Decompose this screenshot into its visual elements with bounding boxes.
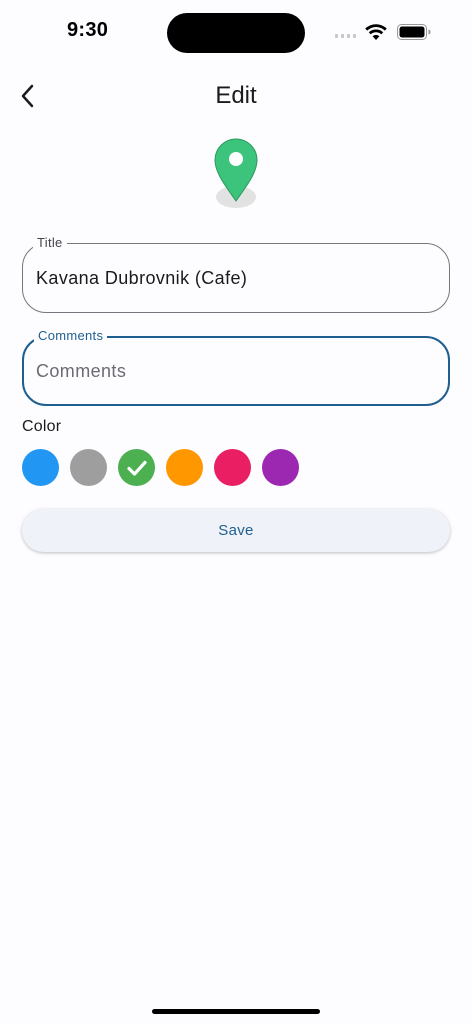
color-swatch-blue[interactable] [22, 449, 59, 486]
color-swatch-green[interactable] [118, 449, 155, 486]
checkmark-icon [126, 460, 147, 476]
color-swatch-orange[interactable] [166, 449, 203, 486]
map-marker-icon [214, 138, 258, 208]
battery-icon [397, 24, 431, 40]
save-button[interactable]: Save [22, 509, 450, 552]
cellular-signal-icon [335, 34, 356, 38]
color-swatch-pink[interactable] [214, 449, 251, 486]
app-bar: Edit [0, 72, 472, 120]
status-bar: 9:30 [0, 0, 472, 64]
color-section-label: Color [22, 418, 62, 435]
title-input[interactable] [36, 244, 436, 312]
color-picker [22, 449, 299, 486]
home-indicator [152, 1009, 320, 1014]
page-title: Edit [215, 82, 257, 109]
status-time: 9:30 [67, 19, 109, 41]
wifi-icon [365, 24, 387, 40]
dynamic-island [167, 13, 305, 53]
color-swatch-purple[interactable] [262, 449, 299, 486]
title-field: Title [22, 235, 450, 313]
comments-field: Comments [22, 328, 450, 406]
color-swatch-grey[interactable] [70, 449, 107, 486]
comments-input[interactable] [36, 338, 436, 404]
